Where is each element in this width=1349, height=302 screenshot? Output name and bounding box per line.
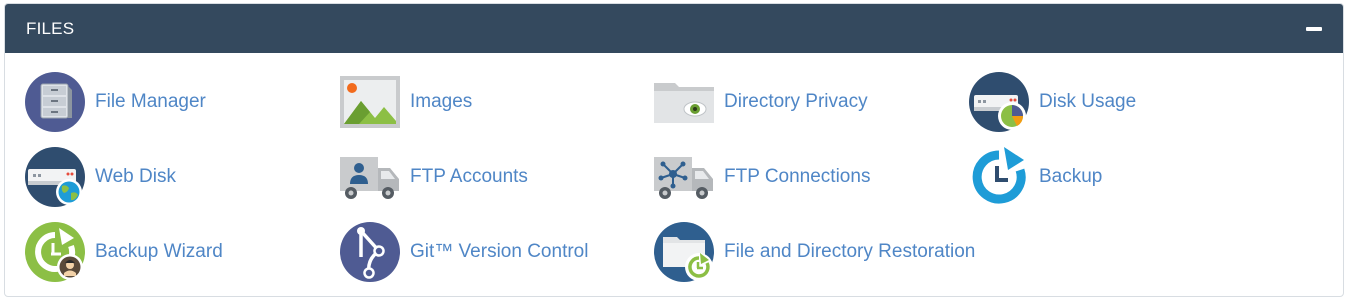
item-label: File and Directory Restoration	[724, 241, 976, 262]
folder-restore-icon	[653, 221, 715, 283]
disk-pie-icon	[968, 71, 1030, 133]
backup-link[interactable]: Backup	[968, 146, 1102, 208]
file-cabinet-icon	[24, 71, 86, 133]
git-branch-icon	[339, 221, 401, 283]
panel-header: FILES	[5, 4, 1343, 53]
git-version-control-link[interactable]: Git™ Version Control	[339, 221, 588, 283]
item-label: Backup Wizard	[95, 241, 223, 262]
files-panel: FILES File Manager Images Directory Priv…	[4, 3, 1344, 297]
collapse-button[interactable]	[1305, 20, 1323, 38]
truck-user-icon	[339, 146, 401, 208]
disk-usage-link[interactable]: Disk Usage	[968, 71, 1136, 133]
item-label: Backup	[1039, 166, 1103, 187]
server-globe-icon	[24, 146, 86, 208]
panel-body: File Manager Images Directory Privacy Di…	[5, 53, 1343, 296]
item-label: Directory Privacy	[724, 91, 868, 112]
minus-icon	[1306, 26, 1322, 31]
panel-title: FILES	[26, 18, 75, 38]
truck-network-icon	[653, 146, 715, 208]
item-label: Disk Usage	[1039, 91, 1137, 112]
images-link[interactable]: Images	[339, 71, 472, 133]
backup-wizard-link[interactable]: Backup Wizard	[24, 221, 223, 283]
item-label: Images	[410, 91, 473, 112]
backup-clock-icon	[968, 146, 1030, 208]
ftp-connections-link[interactable]: FTP Connections	[653, 146, 870, 208]
item-label: File Manager	[95, 91, 206, 112]
item-label: Git™ Version Control	[410, 241, 589, 262]
file-directory-restoration-link[interactable]: File and Directory Restoration	[653, 221, 975, 283]
web-disk-link[interactable]: Web Disk	[24, 146, 176, 208]
item-label: FTP Connections	[724, 166, 871, 187]
image-icon	[339, 71, 401, 133]
ftp-accounts-link[interactable]: FTP Accounts	[339, 146, 528, 208]
file-manager-link[interactable]: File Manager	[24, 71, 206, 133]
directory-privacy-link[interactable]: Directory Privacy	[653, 71, 868, 133]
item-label: FTP Accounts	[410, 166, 528, 187]
folder-eye-icon	[653, 71, 715, 133]
item-label: Web Disk	[95, 166, 176, 187]
backup-wizard-icon	[24, 221, 86, 283]
